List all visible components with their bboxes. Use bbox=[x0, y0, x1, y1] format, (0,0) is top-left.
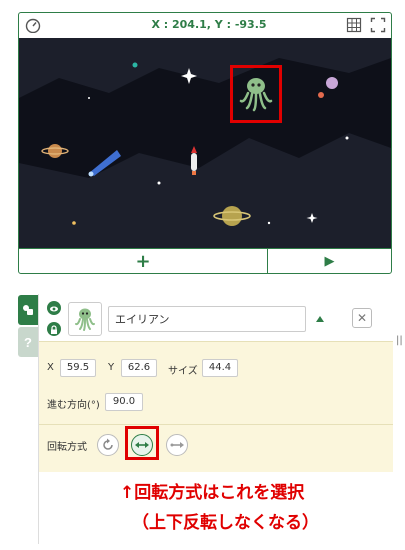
purple-planet bbox=[326, 77, 338, 89]
sprite-panel: ✕ X 59.5 Y 62.6 サイズ 44.4 進む方向(°) 90.0 回転… bbox=[38, 294, 393, 544]
stage-panel: X : 204.1, Y : -93.5 + ▶ bbox=[18, 12, 392, 274]
size-value-field[interactable]: 44.4 bbox=[202, 359, 238, 377]
sprite-header: ✕ bbox=[39, 294, 393, 342]
size-label: サイズ bbox=[168, 366, 198, 377]
fullscreen-icon[interactable] bbox=[370, 17, 386, 33]
sprite-tab-icon bbox=[23, 305, 33, 315]
add-sprite-button[interactable]: + bbox=[19, 249, 268, 274]
plus-icon: + bbox=[135, 251, 151, 272]
side-tabs: ? bbox=[18, 295, 38, 365]
delete-sprite-button[interactable]: ✕ bbox=[352, 308, 372, 328]
stage-topbar: X : 204.1, Y : -93.5 bbox=[19, 13, 391, 37]
rotation-dont-rotate-button[interactable] bbox=[166, 434, 188, 456]
direction-value-field[interactable]: 90.0 bbox=[105, 393, 143, 411]
alien-thumbnail-icon bbox=[75, 308, 95, 331]
sprite-thumbnail[interactable] bbox=[68, 302, 102, 336]
tab-help[interactable]: ? bbox=[18, 327, 38, 357]
sprite-properties: X 59.5 Y 62.6 サイズ 44.4 進む方向(°) 90.0 回転方式 bbox=[39, 342, 393, 472]
rotate-icon bbox=[103, 438, 113, 450]
direction-label: 進む方向(°) bbox=[47, 400, 100, 411]
x-label: X bbox=[47, 362, 54, 373]
annotation-line-2: （上下反転しなくなる） bbox=[132, 513, 319, 533]
app-root: X : 204.1, Y : -93.5 + ▶ ? エイリアン ✕ X 59.… bbox=[0, 0, 405, 550]
mouse-coordinates: X : 204.1, Y : -93.5 bbox=[151, 18, 267, 31]
sprite-highlight-box bbox=[230, 65, 282, 123]
stage-canvas[interactable] bbox=[19, 38, 391, 248]
rotation-all-around-button[interactable] bbox=[97, 434, 119, 456]
x-value-field[interactable]: 59.5 bbox=[60, 359, 96, 377]
close-icon: ✕ bbox=[356, 311, 368, 325]
annotation-line-1: ↑回転方式はこれを選択 bbox=[120, 483, 305, 503]
tab-sprite[interactable] bbox=[18, 295, 38, 325]
rotation-highlight-box bbox=[125, 426, 159, 460]
play-icon: ▶ bbox=[324, 254, 335, 269]
rotation-style-label: 回転方式 bbox=[47, 442, 87, 453]
lock-icon[interactable] bbox=[47, 322, 61, 336]
play-button[interactable]: ▶ bbox=[268, 249, 391, 274]
speed-gauge-icon[interactable] bbox=[25, 17, 41, 33]
y-label: Y bbox=[108, 362, 115, 373]
y-value-field[interactable]: 62.6 bbox=[121, 359, 157, 377]
stage-controls: + ▶ bbox=[19, 248, 391, 274]
small-planet bbox=[132, 62, 138, 68]
grid-icon[interactable] bbox=[346, 17, 362, 33]
props-divider bbox=[39, 424, 393, 425]
resize-handle[interactable]: || bbox=[396, 335, 403, 346]
space-backdrop bbox=[19, 38, 391, 248]
triangle-up-icon[interactable] bbox=[315, 314, 325, 324]
right-arrow-icon bbox=[170, 442, 184, 448]
sprite-name-input[interactable] bbox=[108, 306, 306, 332]
eye-icon[interactable] bbox=[47, 301, 61, 315]
help-icon: ? bbox=[24, 334, 32, 350]
